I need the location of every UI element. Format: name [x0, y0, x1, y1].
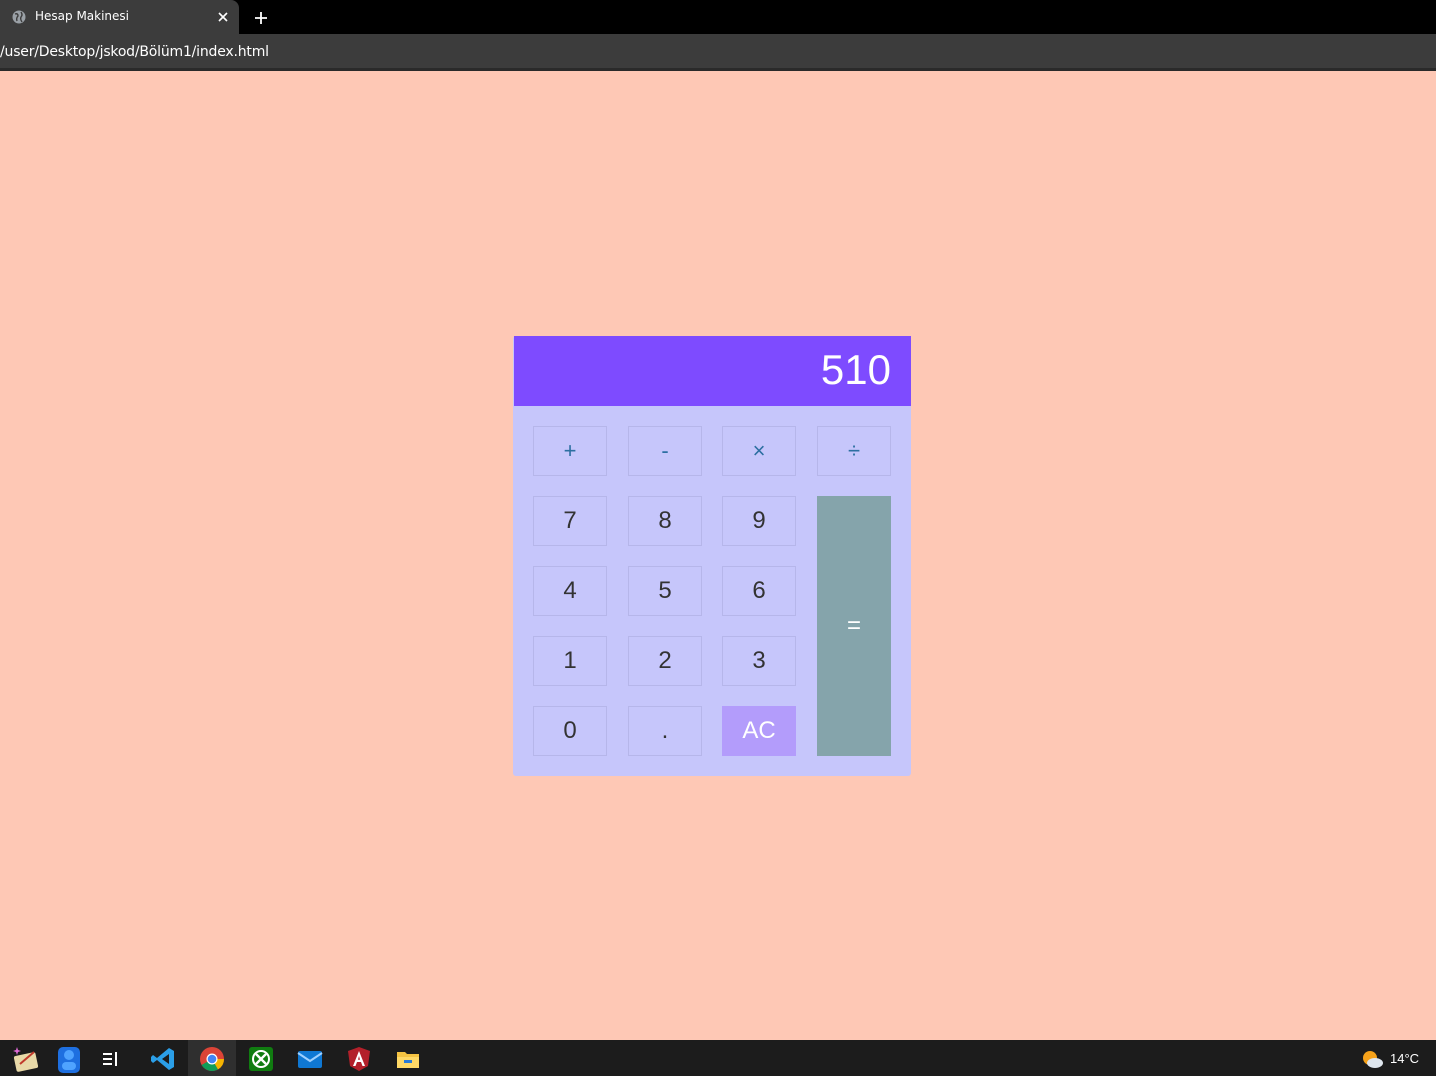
all-clear-button[interactable]: AC	[722, 706, 796, 756]
calculator-display: 510	[514, 336, 911, 406]
people-icon[interactable]	[56, 1043, 82, 1075]
mail-icon[interactable]	[297, 1046, 323, 1072]
chrome-icon[interactable]	[199, 1046, 225, 1072]
file-explorer-icon[interactable]	[395, 1046, 421, 1072]
vscode-icon[interactable]	[150, 1046, 176, 1072]
address-bar[interactable]: /user/Desktop/jskod/Bölüm1/index.html	[0, 34, 1436, 68]
temperature-text[interactable]: 14°C	[1390, 1051, 1419, 1066]
divide-button[interactable]: ÷	[817, 426, 891, 476]
equals-button[interactable]: =	[817, 496, 891, 756]
browser-tab-strip: Hesap Makinesi	[0, 0, 1436, 34]
widgets-icon[interactable]	[102, 1051, 120, 1067]
add-button[interactable]: +	[533, 426, 607, 476]
digit-7-button[interactable]: 7	[533, 496, 607, 546]
address-bar-divider	[0, 68, 1436, 71]
digit-8-button[interactable]: 8	[628, 496, 702, 546]
multiply-button[interactable]: ×	[722, 426, 796, 476]
digit-5-button[interactable]: 5	[628, 566, 702, 616]
globe-icon	[12, 10, 26, 24]
digit-0-button[interactable]: 0	[533, 706, 607, 756]
taskbar: 14°C	[0, 1040, 1436, 1076]
subtract-button[interactable]: -	[628, 426, 702, 476]
browser-tab[interactable]: Hesap Makinesi	[0, 0, 239, 34]
digit-9-button[interactable]: 9	[722, 496, 796, 546]
calculator: 510 + - × ÷ 7 8 9 4 5 6 1 2 3 0 . AC =	[513, 336, 911, 776]
decimal-button[interactable]: .	[628, 706, 702, 756]
digit-4-button[interactable]: 4	[533, 566, 607, 616]
digit-6-button[interactable]: 6	[722, 566, 796, 616]
tab-title: Hesap Makinesi	[35, 9, 130, 23]
xbox-icon[interactable]	[248, 1046, 274, 1072]
digit-2-button[interactable]: 2	[628, 636, 702, 686]
digit-3-button[interactable]: 3	[722, 636, 796, 686]
close-tab-icon[interactable]	[215, 9, 231, 25]
copilot-icon[interactable]	[12, 1044, 42, 1074]
weather-icon[interactable]	[1360, 1049, 1384, 1069]
digit-1-button[interactable]: 1	[533, 636, 607, 686]
url-text[interactable]: /user/Desktop/jskod/Bölüm1/index.html	[0, 44, 269, 60]
angular-icon[interactable]	[346, 1046, 372, 1072]
new-tab-icon[interactable]	[252, 9, 270, 27]
